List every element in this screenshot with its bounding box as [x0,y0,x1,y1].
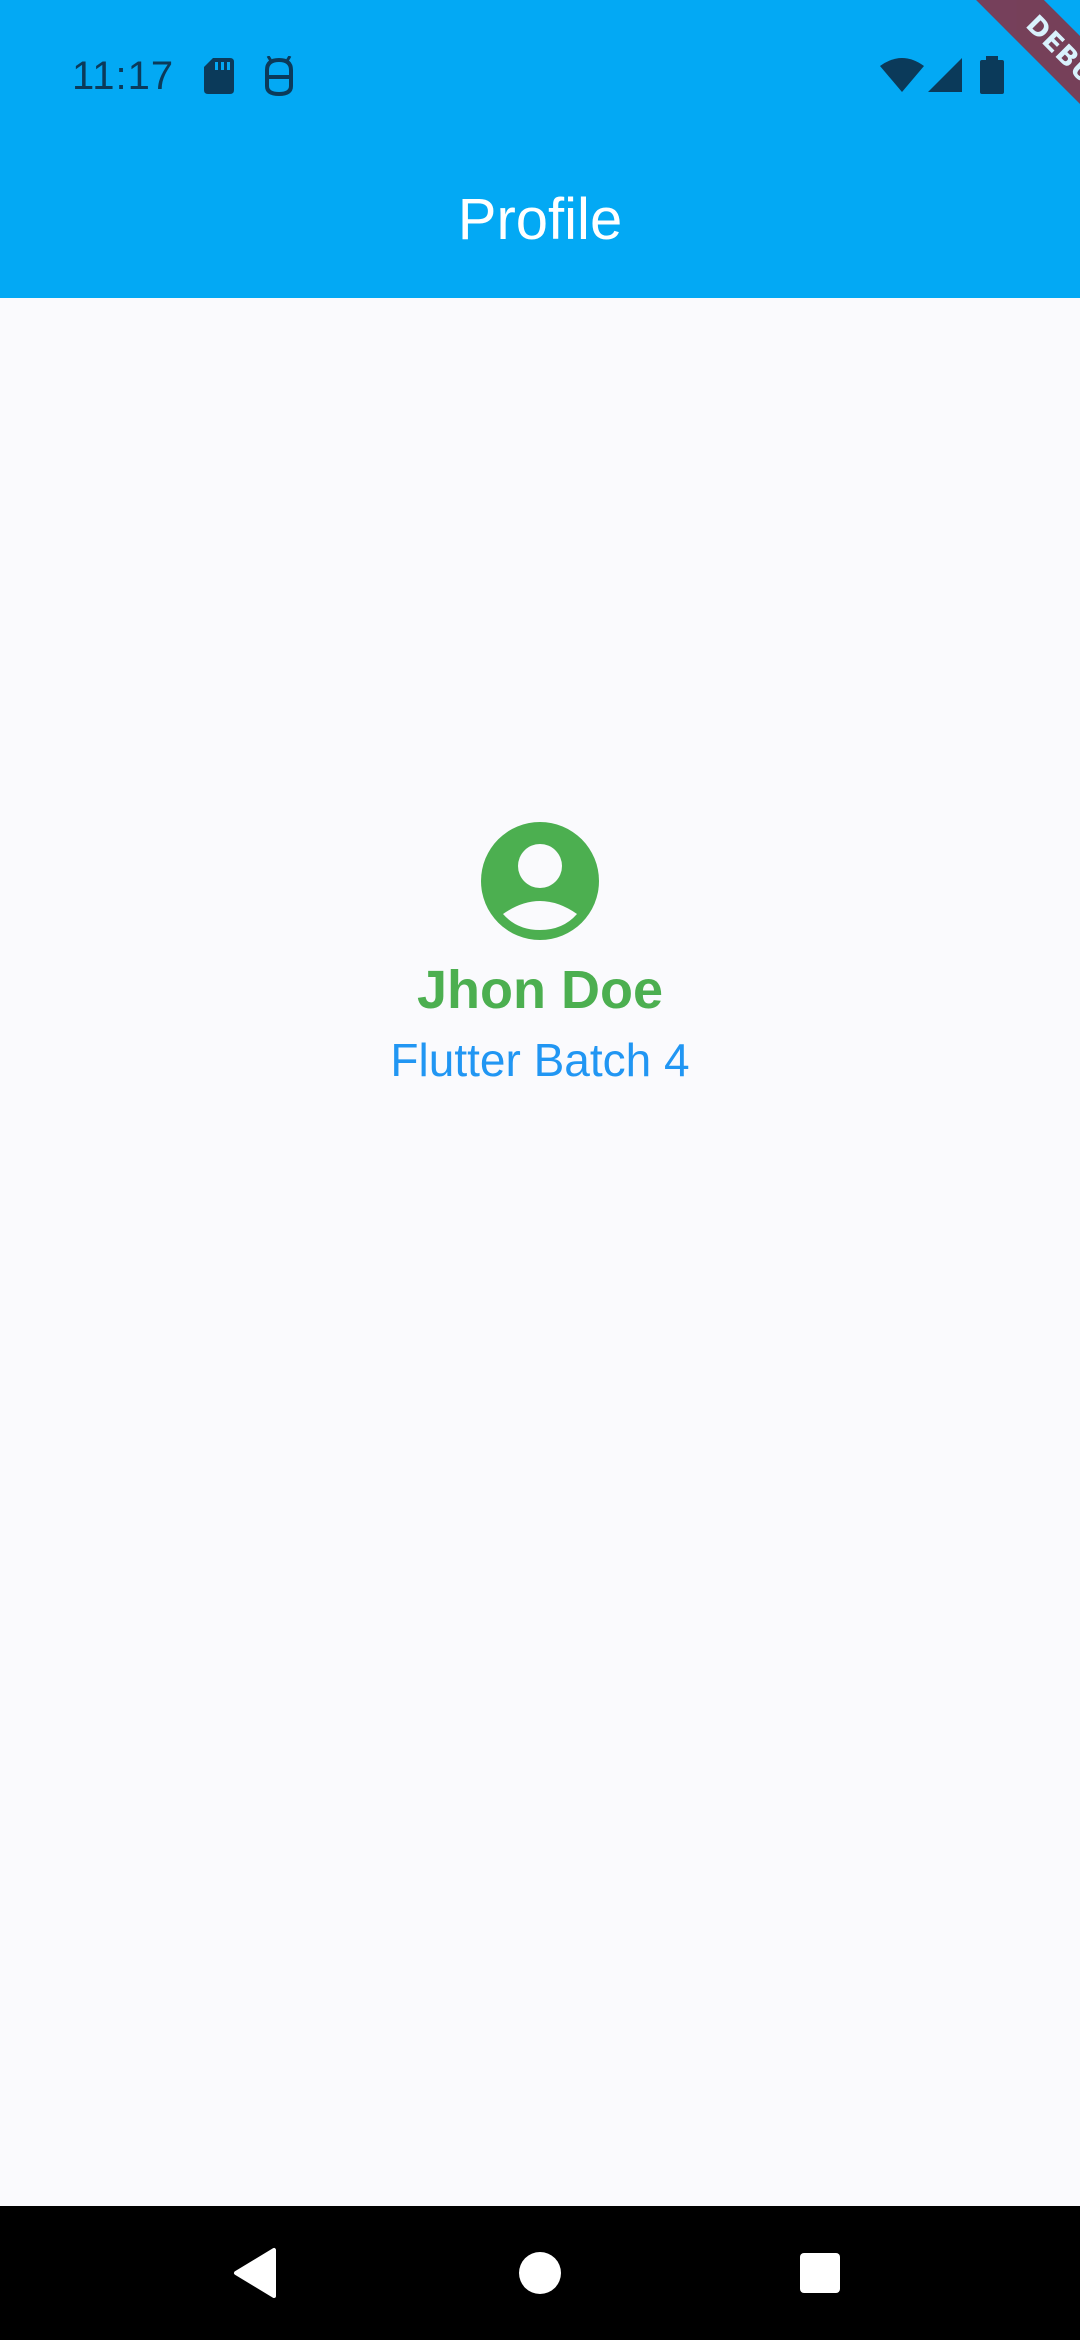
home-icon [519,2252,561,2294]
recents-button[interactable] [775,2228,865,2318]
system-nav-bar [0,2206,1080,2340]
profile-subtitle: Flutter Batch 4 [390,1034,690,1086]
profile-card: Jhon Doe Flutter Batch 4 [0,822,1080,1092]
android-debug-icon [265,56,293,96]
status-bar: 11:17 [0,0,1080,150]
app-bar: 11:17 Profile DEBUG [0,0,1080,298]
home-button[interactable] [495,2228,585,2318]
debug-banner-label: DEBUG [930,0,1080,160]
debug-banner: DEBUG [920,0,1080,160]
profile-body [0,298,1080,2206]
profile-name: Jhon Doe [416,960,663,1020]
account-circle-icon [481,822,599,940]
back-icon [234,2248,276,2298]
back-button[interactable] [210,2228,300,2318]
sd-card-icon [204,58,234,94]
status-time: 11:17 [72,54,175,98]
recents-icon [800,2253,840,2293]
page-title: Profile [457,187,623,252]
wifi-icon [880,58,924,92]
